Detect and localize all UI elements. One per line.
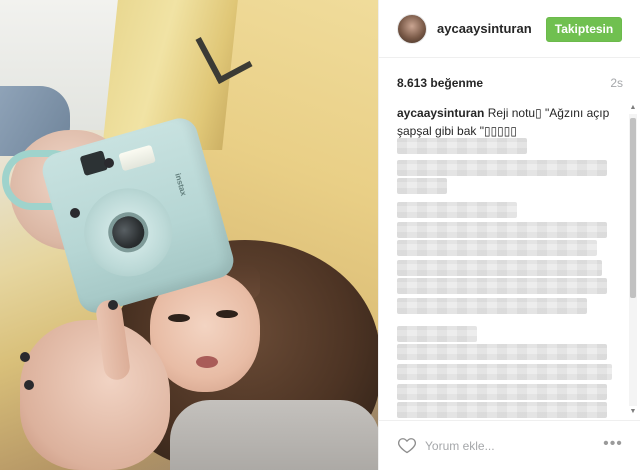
blurred-comment <box>397 178 447 194</box>
scroll-thumb[interactable] <box>630 118 636 298</box>
photo-nail <box>70 208 80 218</box>
comment-input[interactable] <box>425 436 575 456</box>
photo-sweater <box>170 400 378 470</box>
blurred-comment <box>397 202 517 218</box>
photo-mouth <box>196 356 218 368</box>
blurred-comment <box>397 138 527 154</box>
more-options-icon[interactable]: ••• <box>601 434 625 454</box>
post-side-panel: aycaaysinturan Takiptesin 8.613 beğenme … <box>378 0 640 470</box>
photo-nail <box>20 352 30 362</box>
likes-count[interactable]: 8.613 beğenme <box>397 76 483 90</box>
heart-outline-icon[interactable] <box>397 435 417 455</box>
blurred-comment <box>397 298 587 314</box>
blurred-comment <box>397 260 602 276</box>
scroll-up-arrow-icon[interactable]: ▲ <box>629 104 637 112</box>
photo-nail <box>104 158 114 168</box>
post-header: aycaaysinturan Takiptesin <box>379 0 640 58</box>
blurred-comment <box>397 278 607 294</box>
photo-nail <box>24 380 34 390</box>
blurred-comment <box>397 222 607 238</box>
blurred-comment <box>397 240 597 256</box>
avatar[interactable] <box>397 14 427 44</box>
comments-list: aycaaysinturan Reji notu▯ "Ağzını açıp ş… <box>379 102 640 420</box>
following-button[interactable]: Takiptesin <box>546 17 622 42</box>
post-stats: 8.613 beğenme 2s <box>379 58 640 102</box>
blurred-comment <box>397 160 607 176</box>
comments-scrollbar[interactable]: ▲ ▼ <box>629 104 637 416</box>
post-photo[interactable]: instax <box>0 0 378 470</box>
post-caption: aycaaysinturan Reji notu▯ "Ağzını açıp ş… <box>397 104 612 140</box>
photo-eye-left <box>168 314 190 322</box>
photo-nail <box>108 300 118 310</box>
photo-eye-right <box>216 310 238 318</box>
photo-hand-bottom <box>20 320 170 470</box>
caption-username[interactable]: aycaaysinturan <box>397 106 484 120</box>
scroll-down-arrow-icon[interactable]: ▼ <box>629 408 637 416</box>
blurred-comment <box>397 326 477 342</box>
post-footer: ••• <box>379 420 640 470</box>
camera-flash <box>118 144 156 172</box>
blurred-comment <box>397 364 612 380</box>
post-time[interactable]: 2s <box>610 76 623 90</box>
blurred-comment <box>397 344 607 360</box>
username-link[interactable]: aycaaysinturan <box>437 21 532 36</box>
camera-brand: instax <box>173 172 189 197</box>
blurred-comment <box>397 402 607 418</box>
blurred-comment <box>397 384 607 400</box>
